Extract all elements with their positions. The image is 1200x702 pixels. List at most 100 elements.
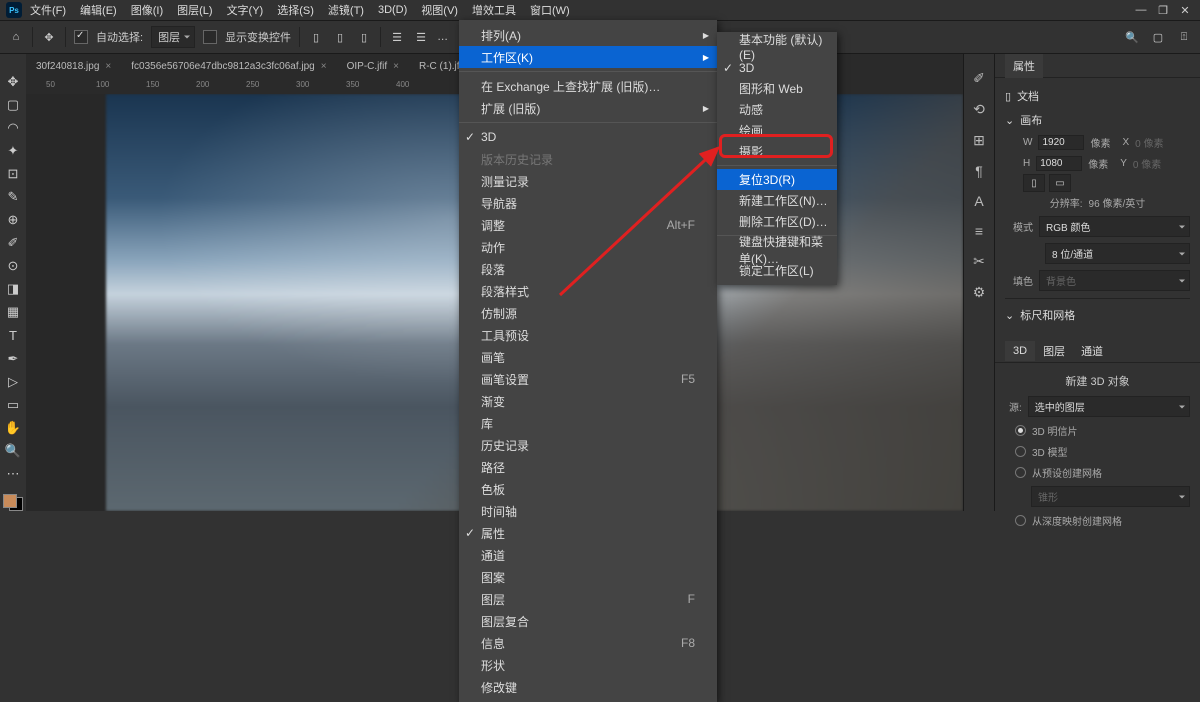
brush-tool[interactable]: ✐ <box>2 234 24 253</box>
auto-select-checkbox[interactable] <box>74 30 88 44</box>
color-mode-dropdown[interactable]: RGB 颜色 <box>1039 216 1190 237</box>
radio-postcard[interactable] <box>1015 425 1026 436</box>
menu-item[interactable]: 动作 <box>459 236 717 258</box>
menu-item[interactable]: 仿制源 <box>459 302 717 324</box>
submenu-item[interactable]: 锁定工作区(L) <box>717 260 837 281</box>
submenu-item[interactable]: ✓3D <box>717 57 837 78</box>
menu-item[interactable]: 画笔 <box>459 346 717 368</box>
pen-tool[interactable]: ✒ <box>2 349 24 368</box>
swatch-panel-icon[interactable]: ⊞ <box>973 132 985 149</box>
brush-panel-icon[interactable]: ✐ <box>973 70 985 87</box>
stamp-tool[interactable]: ⊙ <box>2 257 24 276</box>
tab-2[interactable]: OIP-C.jfif× <box>337 57 409 76</box>
distribute-icon[interactable]: ☰ <box>389 29 405 45</box>
submenu-item[interactable]: 复位3D(R) <box>717 169 837 190</box>
menu-item[interactable]: 色板 <box>459 478 717 500</box>
menu-layer[interactable]: 图层(L) <box>171 0 218 20</box>
align-right-icon[interactable]: ▯ <box>356 29 372 45</box>
menu-item[interactable]: 时间轴 <box>459 500 717 522</box>
submenu-item[interactable]: 图形和 Web <box>717 78 837 99</box>
distribute-icon-2[interactable]: ☰ <box>413 29 429 45</box>
eraser-tool[interactable]: ◨ <box>2 280 24 299</box>
tab-layers[interactable]: 图层 <box>1035 339 1073 363</box>
width-input[interactable] <box>1038 135 1084 150</box>
submenu-item[interactable]: 键盘快捷键和菜单(K)… <box>717 239 837 260</box>
settings-icon[interactable]: ⚙ <box>973 284 986 301</box>
menu-item[interactable]: 扩展 (旧版) <box>459 97 717 119</box>
move-tool[interactable]: ✥ <box>2 72 24 91</box>
maximize-button[interactable]: ❐ <box>1154 4 1172 17</box>
radio-depth[interactable] <box>1015 515 1026 526</box>
submenu-item[interactable]: 删除工作区(D)… <box>717 211 837 232</box>
transform-checkbox[interactable] <box>203 30 217 44</box>
height-input[interactable] <box>1036 156 1082 171</box>
home-icon[interactable]: ⌂ <box>8 29 24 45</box>
close-button[interactable]: ✕ <box>1176 4 1194 17</box>
share-icon[interactable]: ⍐ <box>1176 29 1192 45</box>
menu-item[interactable]: 在 Exchange 上查找扩展 (旧版)… <box>459 75 717 97</box>
menu-view[interactable]: 视图(V) <box>415 0 464 20</box>
menu-item[interactable]: 图层F <box>459 588 717 610</box>
menu-item[interactable]: 路径 <box>459 456 717 478</box>
tab-3d[interactable]: 3D <box>1005 341 1035 361</box>
shape-tool[interactable]: ▭ <box>2 395 24 414</box>
hand-tool[interactable]: ✋ <box>2 418 24 437</box>
path-tool[interactable]: ▷ <box>2 372 24 391</box>
menu-filter[interactable]: 滤镜(T) <box>322 0 370 20</box>
menu-item[interactable]: 测量记录 <box>459 170 717 192</box>
menu-item[interactable]: 通道 <box>459 544 717 566</box>
wand-tool[interactable]: ✦ <box>2 141 24 160</box>
paragraph-panel-icon[interactable]: ≡ <box>975 223 983 239</box>
type-tool[interactable]: T <box>2 326 24 345</box>
landscape-button[interactable]: ▭ <box>1049 174 1071 192</box>
menu-image[interactable]: 图像(I) <box>125 0 169 20</box>
character-panel-icon[interactable]: ¶ <box>975 163 983 179</box>
canvas-section-header[interactable]: ⌄ 画布 <box>1005 108 1190 132</box>
menu-select[interactable]: 选择(S) <box>271 0 320 20</box>
menu-type[interactable]: 文字(Y) <box>221 0 270 20</box>
heal-tool[interactable]: ⊕ <box>2 211 24 230</box>
scissors-icon[interactable]: ✂ <box>973 253 985 270</box>
menu-plugins[interactable]: 增效工具 <box>466 0 522 20</box>
menu-item[interactable]: 画笔设置F5 <box>459 368 717 390</box>
ruler-grid-header[interactable]: ⌄ 标尺和网格 <box>1005 303 1190 327</box>
menu-item[interactable]: 修改键 <box>459 676 717 698</box>
menu-item[interactable]: 历史记录 <box>459 434 717 456</box>
auto-select-dropdown[interactable]: 图层 <box>151 26 195 48</box>
submenu-item[interactable]: 基本功能 (默认) (E) <box>717 36 837 57</box>
submenu-item[interactable]: 新建工作区(N)… <box>717 190 837 211</box>
type-panel-icon[interactable]: A <box>974 193 983 209</box>
menu-item[interactable]: 图案 <box>459 566 717 588</box>
submenu-item[interactable]: 摄影 <box>717 141 837 162</box>
close-icon[interactable]: × <box>105 61 111 72</box>
menu-item[interactable]: 形状 <box>459 654 717 676</box>
submenu-item[interactable]: 动感 <box>717 99 837 120</box>
radio-preset[interactable] <box>1015 467 1026 478</box>
lasso-tool[interactable]: ◠ <box>2 118 24 137</box>
menu-item[interactable]: 版本历史记录 <box>459 148 717 170</box>
menu-item[interactable]: 渐变 <box>459 390 717 412</box>
tab-properties[interactable]: 属性 <box>1005 54 1043 78</box>
menu-item[interactable]: 库 <box>459 412 717 434</box>
radio-model[interactable] <box>1015 446 1026 457</box>
3d-source-dropdown[interactable]: 选中的图层 <box>1028 396 1190 417</box>
menu-item[interactable]: 导航器 <box>459 192 717 214</box>
menu-item[interactable]: 图层复合 <box>459 610 717 632</box>
extra-tool[interactable]: ⋯ <box>2 465 24 484</box>
menu-item[interactable]: 调整Alt+F <box>459 214 717 236</box>
menu-item[interactable]: 排列(A) <box>459 24 717 46</box>
menu-item[interactable]: 段落 <box>459 258 717 280</box>
bit-depth-dropdown[interactable]: 8 位/通道 <box>1045 243 1190 264</box>
menu-edit[interactable]: 编辑(E) <box>74 0 123 20</box>
search-icon[interactable]: 🔍 <box>1124 29 1140 45</box>
menu-item[interactable]: 段落样式 <box>459 280 717 302</box>
menu-item[interactable]: 工具预设 <box>459 324 717 346</box>
menu-item[interactable]: 信息F8 <box>459 632 717 654</box>
gradient-tool[interactable]: ▦ <box>2 303 24 322</box>
minimize-button[interactable]: — <box>1132 4 1150 16</box>
menu-window[interactable]: 窗口(W) <box>524 0 576 20</box>
eyedropper-tool[interactable]: ✎ <box>2 187 24 206</box>
zoom-tool[interactable]: 🔍 <box>2 442 24 461</box>
crop-tool[interactable]: ⊡ <box>2 164 24 183</box>
tab-channels[interactable]: 通道 <box>1073 339 1111 363</box>
